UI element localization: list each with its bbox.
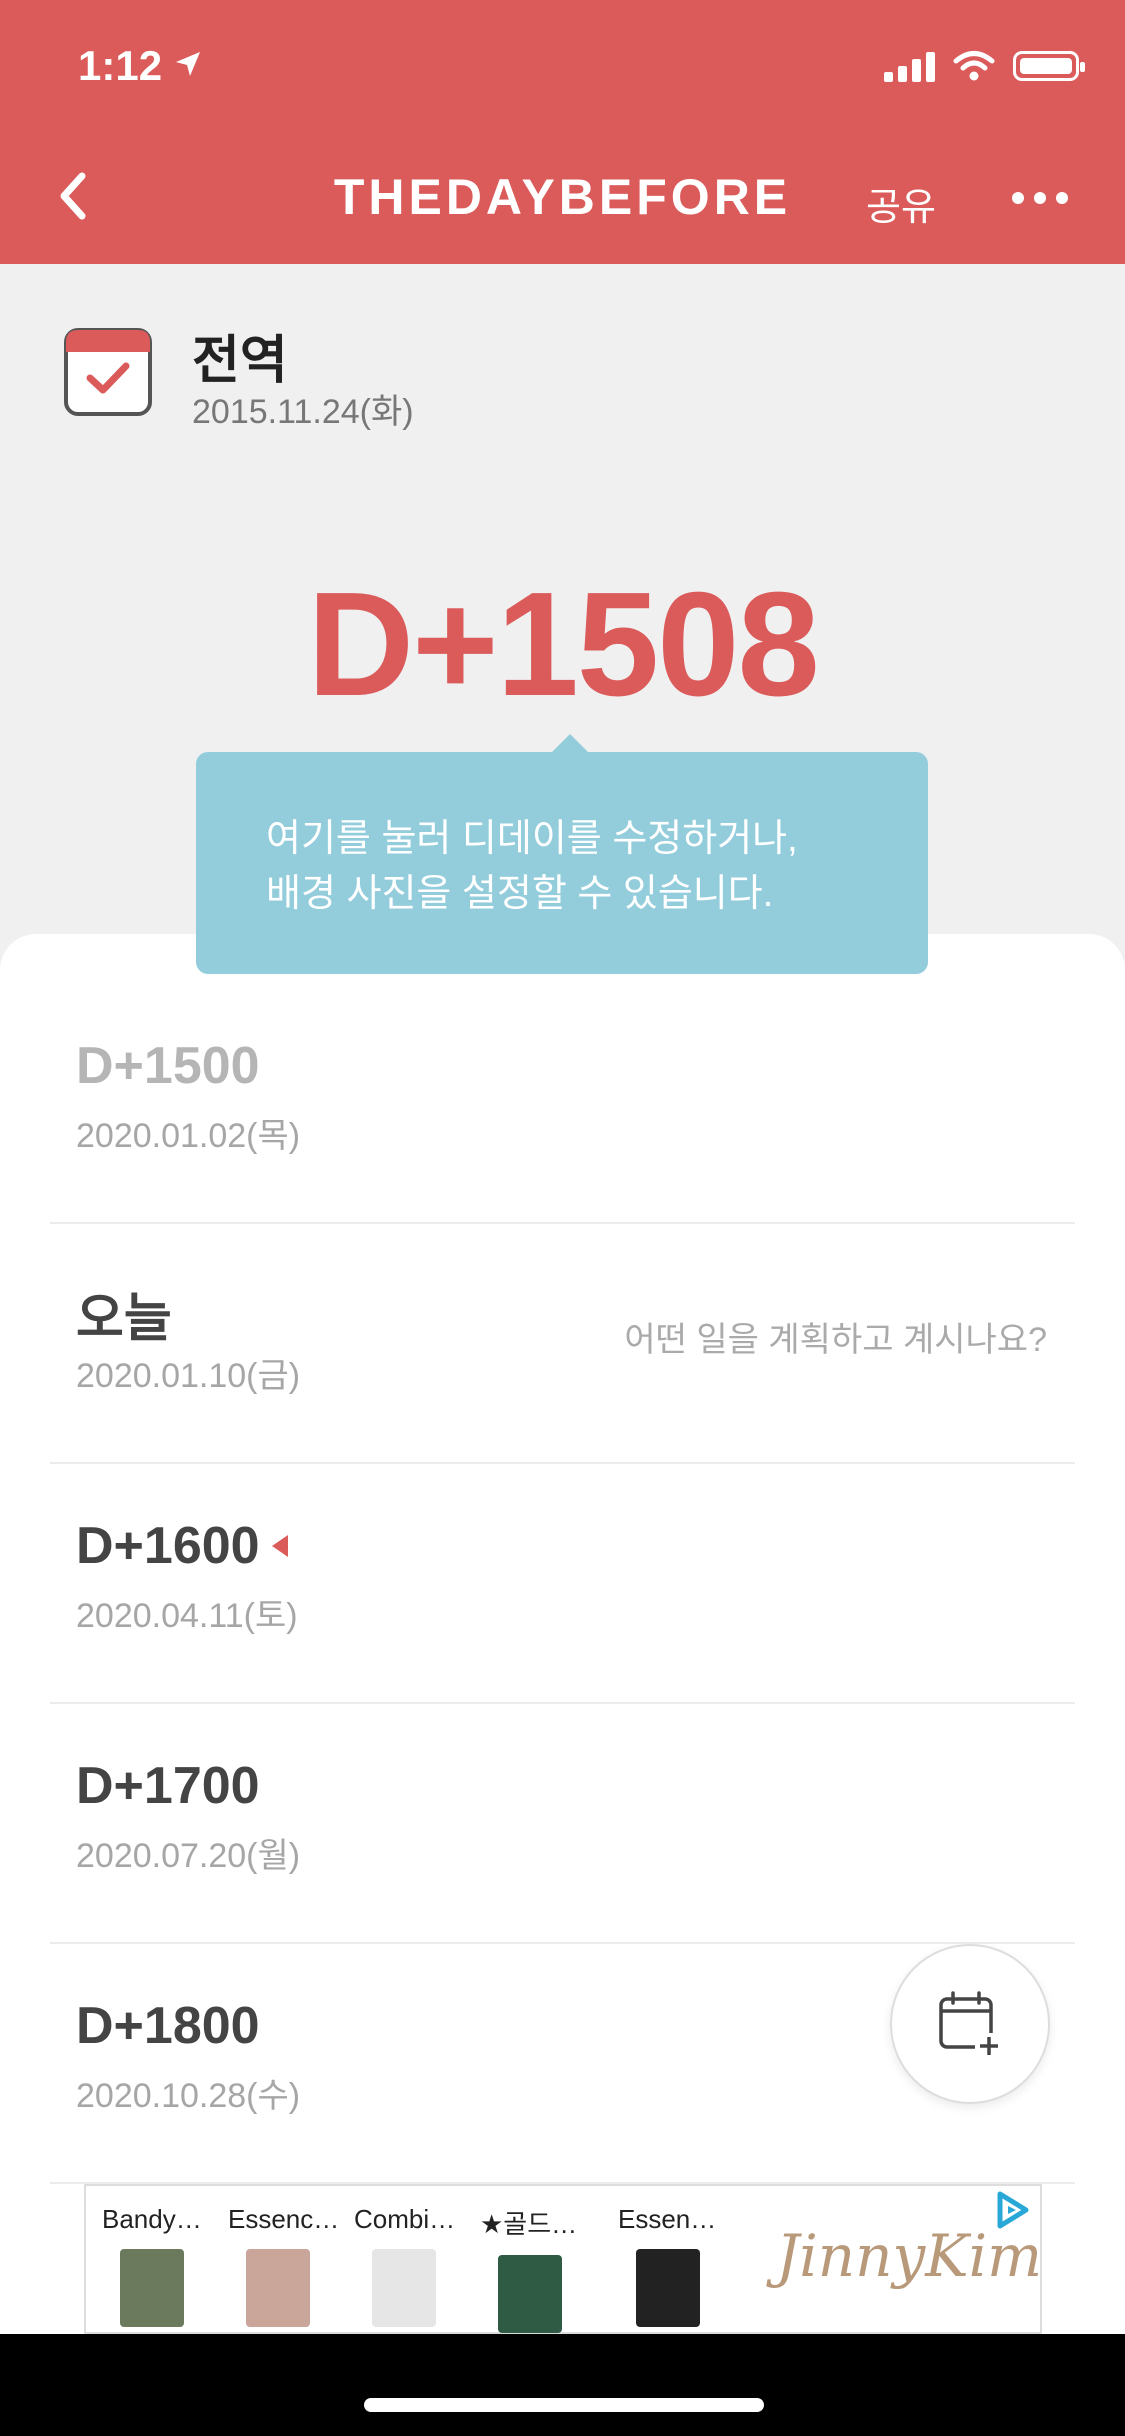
ad-product-image	[636, 2249, 700, 2327]
add-event-button[interactable]	[890, 1944, 1050, 2104]
ad-product-label: ★골드…	[480, 2209, 578, 2239]
ad-product[interactable]: Essenc…	[228, 2204, 348, 2327]
home-indicator[interactable]	[364, 2398, 764, 2412]
milestone-count: D+1600	[76, 1517, 260, 1575]
ad-banner[interactable]: Bandy… Essenc… Combi… ★골드… Essen… JinnyK…	[84, 2184, 1042, 2334]
edit-hint-tooltip[interactable]: 여기를 눌러 디데이를 수정하거나, 배경 사진을 설정할 수 있습니다.	[196, 734, 928, 974]
milestone-count: D+1500	[76, 1037, 260, 1095]
milestone-date: 2020.04.11(토)	[76, 1597, 298, 1635]
list-item-today[interactable]: 오늘 2020.01.10(금) 어떤 일을 계획하고 계시나요?	[50, 1222, 1075, 1464]
status-time: 1:12	[78, 42, 163, 89]
ad-product-image	[120, 2249, 184, 2327]
home-indicator-area	[0, 2334, 1125, 2436]
milestone-date: 2020.01.10(금)	[76, 1357, 301, 1395]
ad-product[interactable]: Bandy…	[102, 2204, 222, 2327]
calendar-check-icon	[64, 328, 152, 416]
milestone-date: 2020.01.02(목)	[76, 1117, 301, 1155]
list-item[interactable]: D+1500 2020.01.02(목)	[50, 982, 1075, 1224]
ad-product-label: Bandy…	[102, 2204, 202, 2234]
ad-product-label: Combi…	[354, 2204, 456, 2234]
dday-counter[interactable]: D+1508	[0, 560, 1125, 730]
list-item[interactable]: D+1600 2020.04.11(토)	[50, 1462, 1075, 1704]
location-arrow-icon	[176, 52, 200, 76]
wifi-icon	[953, 51, 995, 81]
app-brand-logo: THEDAYBEFORE	[333, 169, 792, 225]
ad-product-label: Essen…	[618, 2204, 717, 2234]
calendar-add-icon	[939, 1991, 1003, 2059]
milestone-date: 2020.07.20(월)	[76, 1837, 301, 1875]
milestone-count: D+1700	[76, 1757, 260, 1815]
ad-product[interactable]: Combi…	[354, 2204, 474, 2327]
event-date: 2015.11.24(화)	[192, 393, 414, 431]
status-icons	[884, 50, 1085, 82]
milestone-count-wrapper: D+1600	[76, 1516, 288, 1576]
ad-choices-icon[interactable]	[992, 2190, 1032, 2230]
battery-icon	[1013, 51, 1085, 81]
ad-product[interactable]: ★골드…	[480, 2204, 600, 2333]
signal-icon	[884, 50, 935, 82]
ad-brand-logo: JinnyKim	[776, 2222, 1043, 2290]
ad-product-image	[246, 2249, 310, 2327]
ad-product-label: Essenc…	[228, 2204, 340, 2234]
ad-product-image	[372, 2249, 436, 2327]
ad-product-image	[498, 2255, 562, 2333]
ad-product[interactable]: Essen…	[618, 2204, 738, 2327]
milestone-count: D+1800	[76, 1997, 260, 2055]
share-button[interactable]: 공유	[866, 176, 936, 231]
tooltip-line-1: 여기를 눌러 디데이를 수정하거나,	[266, 818, 798, 860]
event-title: 전역	[192, 332, 288, 390]
list-item[interactable]: D+1700 2020.07.20(월)	[50, 1702, 1075, 1944]
plan-prompt: 어떤 일을 계획하고 계시나요?	[624, 1321, 1047, 1359]
next-milestone-marker-icon	[271, 1535, 288, 1557]
app-header: 1:12 THEDAYBEFORE 공유	[0, 0, 1125, 264]
milestone-count: 오늘	[76, 1290, 172, 1348]
tooltip-line-2: 배경 사진을 설정할 수 있습니다.	[266, 873, 774, 916]
more-options-button[interactable]	[1012, 192, 1068, 204]
milestone-date: 2020.10.28(수)	[76, 2077, 301, 2115]
